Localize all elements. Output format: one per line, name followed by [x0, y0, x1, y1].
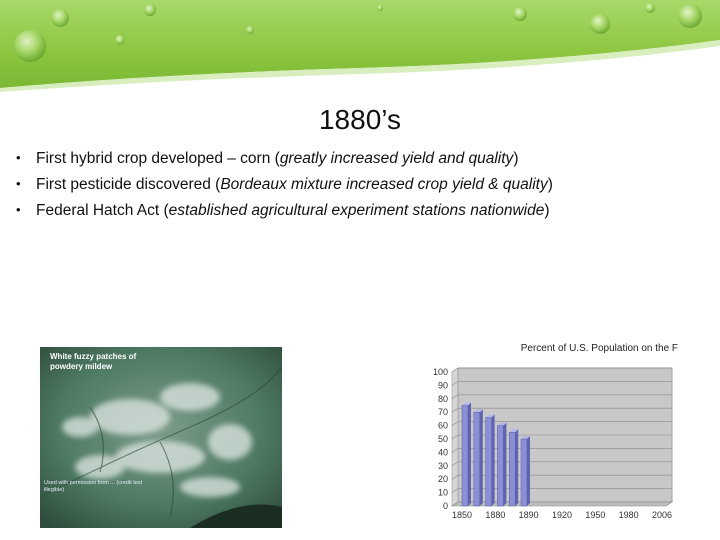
bullet-italic-text: Bordeaux mixture increased crop yield & …	[220, 176, 548, 193]
y-tick-label: 30	[438, 461, 448, 471]
x-tick-label: 1880	[485, 510, 505, 520]
bar-side	[491, 414, 495, 506]
bar	[485, 417, 492, 507]
slide-title: 1880’s	[318, 104, 401, 135]
x-tick-label: 1890	[519, 510, 539, 520]
bar-side	[503, 422, 507, 506]
bullet-text: First hybrid crop developed – corn (	[36, 150, 280, 167]
bar	[461, 405, 469, 507]
chart-floor	[451, 501, 673, 507]
y-tick-label: 60	[438, 421, 448, 431]
bar-side	[527, 436, 530, 506]
x-tick-label: 2006	[652, 510, 672, 520]
x-tick-label: 1850	[452, 510, 472, 520]
y-tick-label: 90	[438, 380, 448, 390]
bullet-list: First hybrid crop developed – corn (grea…	[14, 150, 714, 228]
bar	[520, 438, 528, 507]
bullet-tail: )	[544, 202, 550, 219]
y-tick-label: 40	[438, 447, 448, 457]
bullet-italic-text: greatly increased yield and quality	[279, 150, 514, 167]
bullet-tail: )	[513, 150, 519, 167]
header-banner	[0, 0, 720, 92]
bar-side	[515, 429, 519, 506]
bar-side	[479, 409, 483, 506]
photo-credit: Used with permission from ... (credit te…	[44, 480, 143, 493]
bullet-item: First pesticide discovered (Bordeaux mix…	[14, 176, 714, 194]
x-tick-label: 1980	[619, 510, 639, 520]
bullet-item: First hybrid crop developed – corn (grea…	[14, 150, 714, 168]
bar	[473, 411, 480, 507]
y-tick-label: 50	[438, 434, 448, 444]
bullet-text: Federal Hatch Act (	[36, 202, 169, 219]
bullet-text: First pesticide discovered (	[36, 176, 221, 193]
chart-title: Percent of U.S. Population on the Farm	[521, 343, 678, 354]
y-tick-label: 100	[433, 367, 448, 377]
y-tick-label: 80	[438, 394, 448, 404]
y-tick-label: 20	[438, 474, 448, 484]
bar	[508, 432, 516, 507]
y-tick-label: 70	[438, 407, 448, 417]
powdery-mildew-photo	[40, 347, 282, 528]
bar	[497, 425, 504, 507]
farm-population-chart: Percent of U.S. Population on the Farm01…	[433, 343, 678, 520]
bullet-tail: )	[547, 176, 553, 193]
bullet-item: Federal Hatch Act (established agricultu…	[14, 202, 714, 220]
x-tick-label: 1950	[585, 510, 605, 520]
x-tick-label: 1920	[552, 510, 572, 520]
photo-caption: White fuzzy patches of powdery mildew	[50, 352, 137, 371]
bullet-italic-text: established agricultural experiment stat…	[168, 202, 545, 219]
y-tick-label: 0	[443, 501, 448, 511]
bar-side	[468, 402, 471, 506]
y-tick-label: 10	[438, 488, 448, 498]
